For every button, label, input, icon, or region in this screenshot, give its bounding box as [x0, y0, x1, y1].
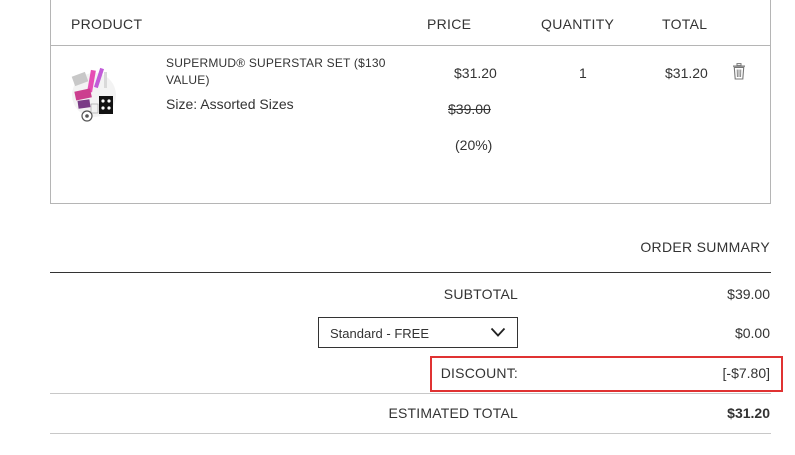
shipping-value: $0.00 [734, 325, 770, 341]
product-size: Size: Assorted Sizes [166, 96, 294, 112]
cart-table: PRODUCT PRICE QUANTITY TOTAL SUPERMUD® S… [50, 0, 771, 204]
header-price: PRICE [427, 16, 472, 32]
estimated-total-label: ESTIMATED TOTAL [388, 405, 518, 421]
header-quantity: QUANTITY [541, 16, 615, 32]
summary-divider [50, 272, 771, 273]
subtotal-value: $39.00 [727, 286, 770, 302]
order-summary-title: ORDER SUMMARY [640, 239, 770, 255]
subtotal-label: SUBTOTAL [443, 286, 518, 302]
chevron-down-icon [490, 327, 506, 337]
total-divider [50, 433, 771, 434]
cart-header-row: PRODUCT PRICE QUANTITY TOTAL [51, 0, 770, 46]
discount-divider [50, 393, 771, 394]
header-total: TOTAL [662, 16, 708, 32]
shipping-method-select[interactable]: Standard - FREE [318, 317, 518, 348]
estimated-total-value: $31.20 [727, 405, 770, 421]
header-product: PRODUCT [71, 16, 143, 32]
line-total: $31.20 [665, 65, 708, 81]
shipping-selected-option: Standard - FREE [330, 326, 429, 341]
product-name[interactable]: SUPERMUD® SUPERSTAR SET ($130 VALUE) [166, 55, 406, 89]
discount-percent: (20%) [455, 137, 493, 153]
price-original: $39.00 [448, 101, 491, 117]
quantity-value: 1 [579, 65, 587, 81]
product-thumbnail[interactable] [69, 58, 119, 132]
price-current: $31.20 [454, 65, 497, 81]
discount-highlight-box [430, 356, 783, 392]
trash-icon[interactable] [732, 63, 746, 80]
